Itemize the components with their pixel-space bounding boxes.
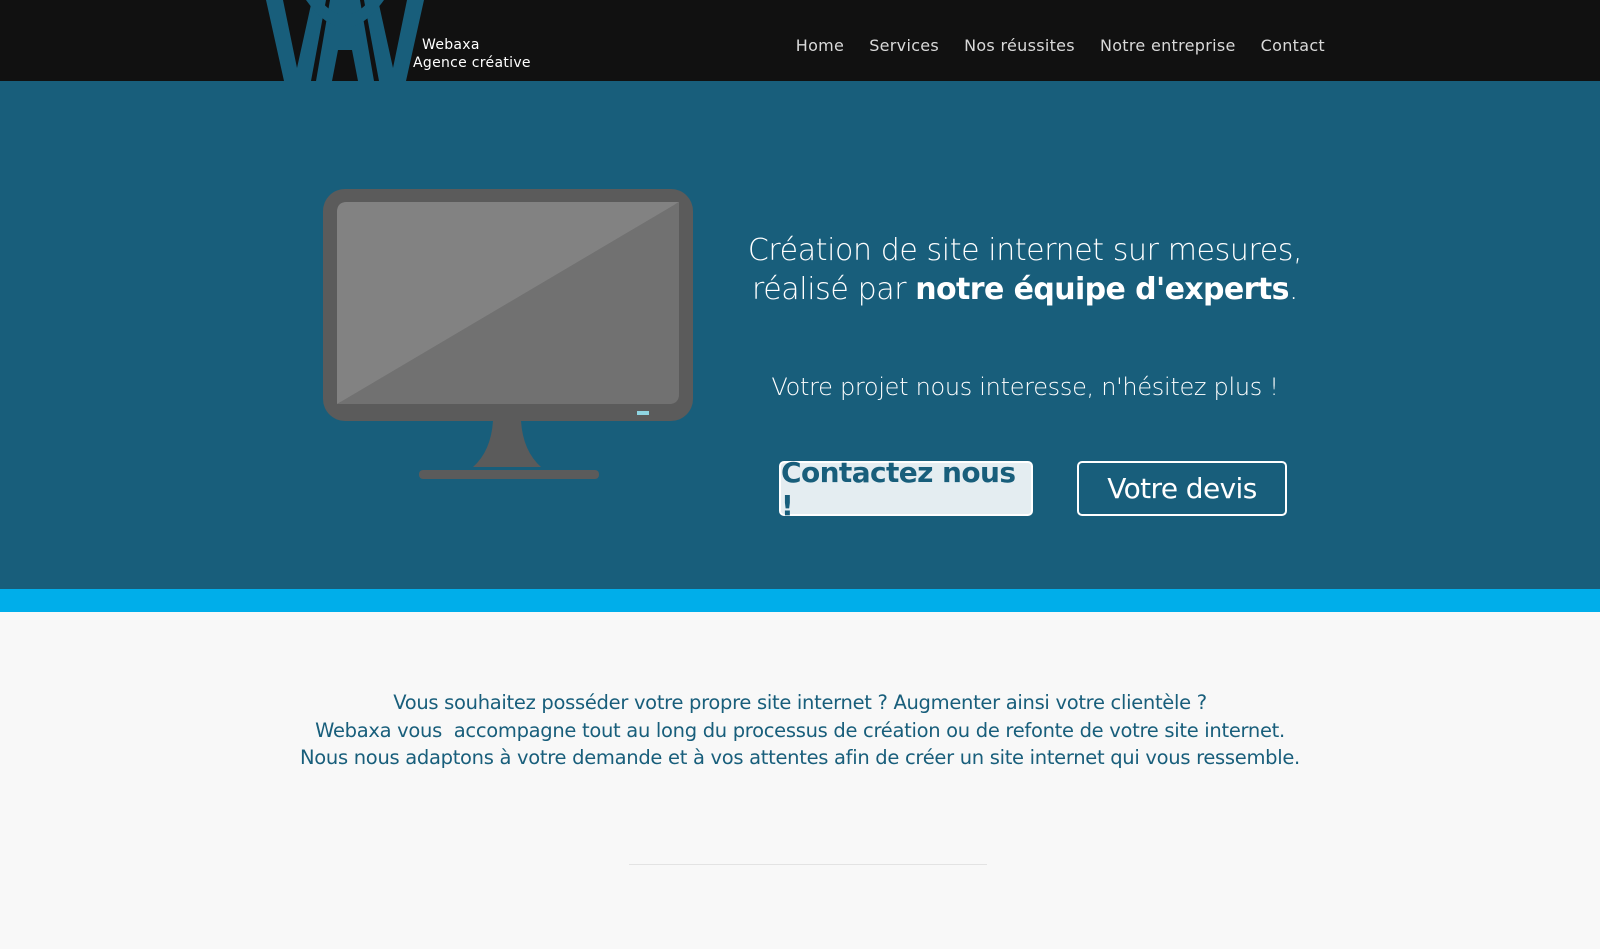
nav-notre-entreprise[interactable]: Notre entreprise <box>1100 36 1236 55</box>
webaxa-logo-icon[interactable] <box>266 0 424 81</box>
monitor-icon <box>323 189 693 479</box>
hero-headline-suffix: . <box>1288 272 1299 307</box>
intro-line-3: Nous nous adaptons à votre demande et à … <box>300 746 1300 769</box>
hero-subheadline: Votre projet nous interesse, n'hésitez p… <box>771 373 1279 401</box>
main-nav: Home Services Nos réussites Notre entrep… <box>796 36 1325 55</box>
hero-headline: Création de site internet sur mesures, r… <box>700 231 1350 309</box>
hero-headline-line1: Création de site internet sur mesures, <box>747 233 1303 268</box>
intro-text: Vous souhaitez posséder votre propre sit… <box>250 689 1350 772</box>
quote-button[interactable]: Votre devis <box>1077 461 1287 516</box>
brand-name: Webaxa <box>422 37 480 53</box>
hero-headline-line2: réalisé par notre équipe d'experts. <box>700 270 1350 309</box>
accent-bar <box>0 589 1600 612</box>
section-divider <box>629 864 987 865</box>
nav-contact[interactable]: Contact <box>1261 36 1325 55</box>
nav-services[interactable]: Services <box>869 36 939 55</box>
hero-headline-prefix: réalisé par <box>751 272 916 307</box>
site-header: Webaxa Agence créative Home Services Nos… <box>0 0 1600 81</box>
brand-tagline: Agence créative <box>413 55 531 71</box>
contact-button[interactable]: Contactez nous ! <box>779 456 1033 522</box>
hero-headline-bold: notre équipe d'experts <box>915 272 1289 307</box>
nav-nos-reussites[interactable]: Nos réussites <box>964 36 1075 55</box>
intro-line-1: Vous souhaitez posséder votre propre sit… <box>393 691 1207 714</box>
nav-home[interactable]: Home <box>796 36 844 55</box>
intro-line-2: Webaxa vous accompagne tout au long du p… <box>315 718 1285 742</box>
